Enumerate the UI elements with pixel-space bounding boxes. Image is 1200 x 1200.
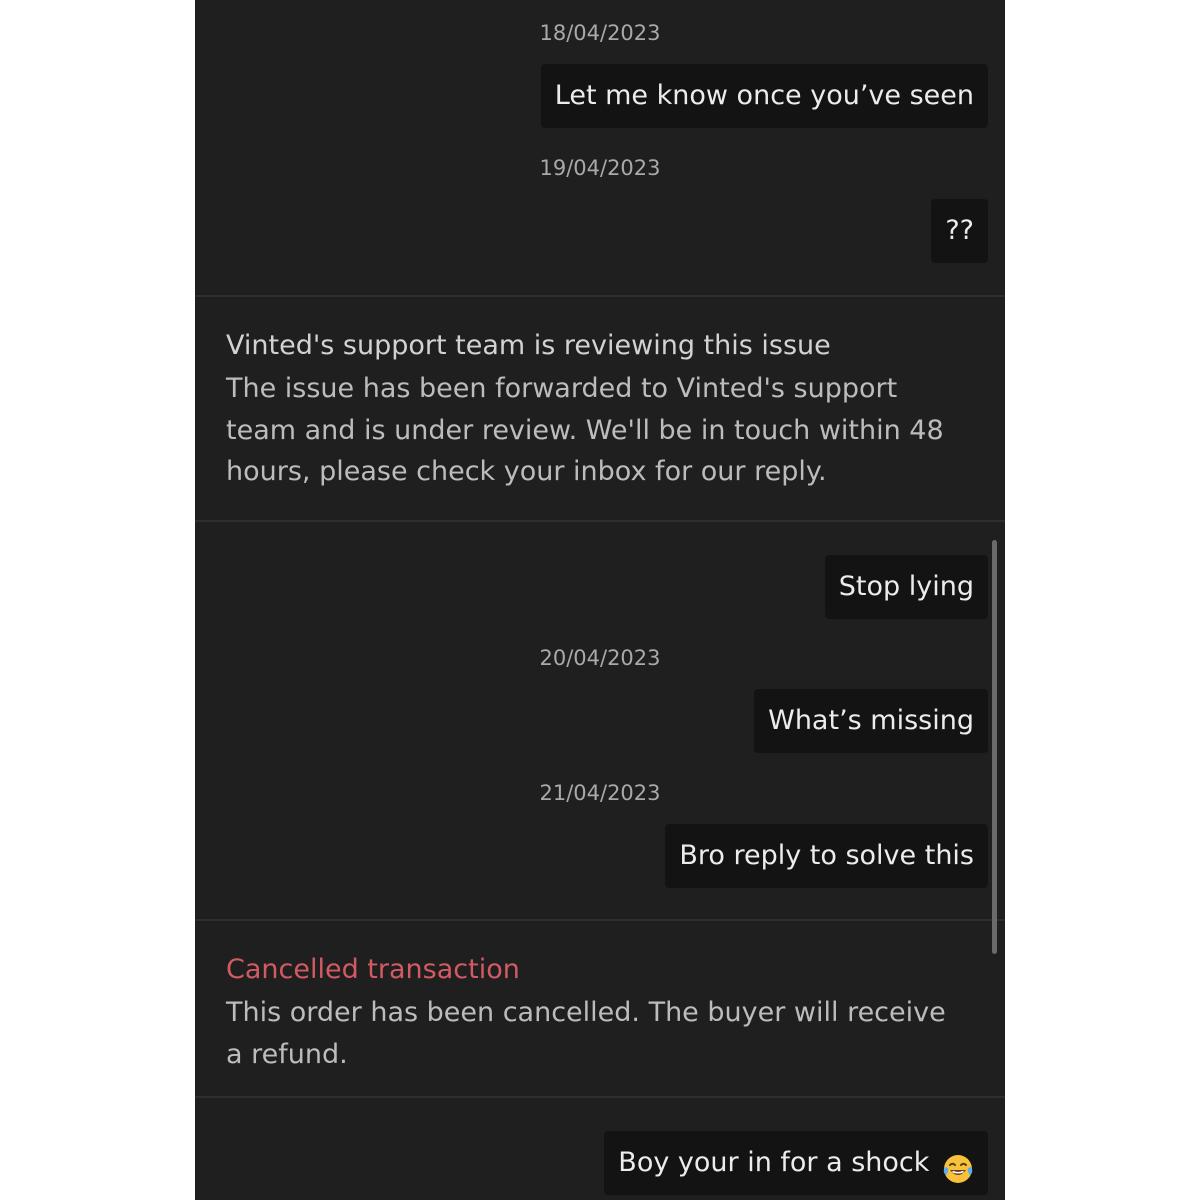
message-bubble[interactable]: ?? [931,199,988,263]
notice-body: The issue has been forwarded to Vinted's… [226,368,966,493]
divider [195,919,1005,921]
divider [195,295,1005,297]
scrollbar[interactable] [992,540,997,954]
notice-line: The issue has been forwarded to Vinted's… [226,373,898,404]
date-separator: 18/04/2023 [539,21,661,45]
notice-line: team and is under review. We'll be in to… [226,414,944,446]
notice-line: a refund. [226,1038,348,1070]
message-text: Boy your in for a shock [618,1147,930,1178]
notice-line: hours, please check your inbox for our r… [226,456,827,487]
message-bubble[interactable]: Bro reply to solve this [665,824,988,888]
date-separator: 20/04/2023 [539,646,661,670]
cancelled-transaction-notice: Cancelled transaction This order has bee… [226,950,966,1075]
message-bubble[interactable]: What’s missing [754,689,988,753]
date-separator: 21/04/2023 [539,781,661,805]
message-bubble[interactable]: Stop lying [824,555,988,619]
divider [195,1096,1005,1098]
message-bubble[interactable]: Let me know once you’ve seen [540,64,988,128]
message-bubble[interactable]: Boy your in for a shock [604,1131,988,1195]
support-review-notice: Vinted's support team is reviewing this … [226,326,966,493]
notice-line: This order has been cancelled. The buyer… [226,997,946,1028]
date-separator: 19/04/2023 [539,156,661,180]
notice-title: Vinted's support team is reviewing this … [226,330,831,361]
chat-conversation: 18/04/2023 Let me know once you’ve seen … [195,0,1005,1200]
notice-body: This order has been cancelled. The buyer… [226,992,966,1075]
face-with-tears-of-joy-icon [942,1145,974,1183]
divider [195,520,1005,522]
notice-title: Cancelled transaction [226,954,520,985]
